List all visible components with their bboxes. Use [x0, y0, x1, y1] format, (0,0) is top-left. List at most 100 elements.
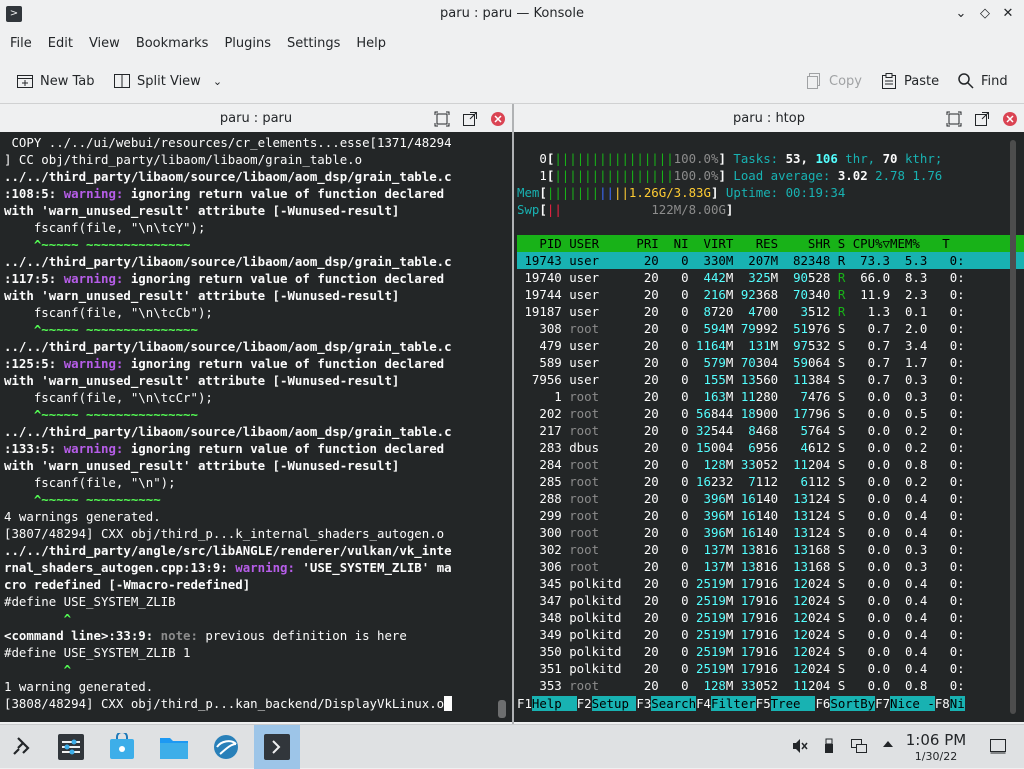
- process-row[interactable]: 7956 user 20 0 155M 13560 11384 S 0.7 0.…: [517, 371, 1024, 388]
- minimize-icon[interactable]: ⌄: [952, 5, 970, 23]
- split-view-button[interactable]: Split View ⌄: [113, 68, 222, 94]
- show-desktop-icon[interactable]: [988, 737, 1008, 757]
- paste-icon: [882, 73, 896, 89]
- clock-time[interactable]: 1:06 PM: [898, 731, 974, 749]
- fkey-f2[interactable]: F2Setup: [577, 696, 637, 711]
- process-row[interactable]: 19743 user 20 0 330M 207M 82348 R 73.3 5…: [517, 252, 1024, 269]
- terminal-line: fscanf(file, "\n\tcY");: [4, 220, 206, 235]
- menu-bookmarks[interactable]: Bookmarks: [128, 30, 217, 58]
- terminal-line: with 'warn_unused_result' attribute [-Wu…: [4, 458, 400, 473]
- process-row[interactable]: 299 root 20 0 396M 16140 13124 S 0.0 0.4…: [517, 507, 1024, 524]
- process-row[interactable]: 479 user 20 0 1164M 131M 97532 S 0.7 3.4…: [517, 337, 1024, 354]
- close-pane-icon[interactable]: [1002, 111, 1018, 127]
- konsole-icon[interactable]: [254, 725, 300, 769]
- process-row[interactable]: 353 root 20 0 128M 33052 11204 S 0.0 0.8…: [517, 677, 1024, 694]
- process-row[interactable]: 284 root 20 0 128M 33052 11204 S 0.0 0.8…: [517, 456, 1024, 473]
- cpu0-meter: 0[||||||||||||||||100.0%] Tasks: 53, 106…: [517, 151, 943, 166]
- maximize-pane-icon[interactable]: [946, 111, 962, 127]
- fkey-f1[interactable]: F1Help: [517, 696, 577, 711]
- terminal-line: ^~~~~~ ~~~~~~~~~~~~~~~: [4, 322, 198, 337]
- file-manager-icon[interactable]: [151, 725, 197, 769]
- left-scrollbar-handle[interactable]: [498, 700, 506, 718]
- new-tab-label: New Tab: [40, 73, 95, 89]
- process-row[interactable]: 217 root 20 0 32544 8468 5764 S 0.0 0.2 …: [517, 422, 1024, 439]
- menu-help[interactable]: Help: [348, 30, 394, 58]
- application-launcher-icon[interactable]: [0, 725, 46, 769]
- process-row[interactable]: 348 polkitd 20 0 2519M 17916 12024 S 0.0…: [517, 609, 1024, 626]
- process-row[interactable]: 350 polkitd 20 0 2519M 17916 12024 S 0.0…: [517, 643, 1024, 660]
- right-scrollbar[interactable]: [1010, 140, 1016, 714]
- htop-terminal[interactable]: 0[||||||||||||||||100.0%] Tasks: 53, 106…: [514, 132, 1024, 722]
- process-row[interactable]: 19744 user 20 0 216M 92368 70340 R 11.9 …: [517, 286, 1024, 303]
- fkey-f6[interactable]: F6SortBy: [815, 696, 876, 711]
- menu-view[interactable]: View: [81, 30, 128, 58]
- process-row[interactable]: 349 polkitd 20 0 2519M 17916 12024 S 0.0…: [517, 626, 1024, 643]
- terminal-line: ^: [4, 611, 72, 626]
- system-settings-icon[interactable]: [48, 725, 94, 769]
- process-row[interactable]: 285 root 20 0 16232 7112 6112 S 0.0 0.2 …: [517, 473, 1024, 490]
- usb-icon[interactable]: [819, 737, 839, 757]
- fkey-f5[interactable]: F5Tree: [756, 696, 816, 711]
- menu-edit[interactable]: Edit: [40, 30, 81, 58]
- find-button[interactable]: Find: [957, 68, 1008, 94]
- tray-expand-icon[interactable]: [878, 737, 898, 757]
- process-row[interactable]: 300 root 20 0 396M 16140 13124 S 0.0 0.4…: [517, 524, 1024, 541]
- process-row[interactable]: 302 root 20 0 137M 13816 13168 S 0.0 0.3…: [517, 541, 1024, 558]
- menu-plugins[interactable]: Plugins: [216, 30, 279, 58]
- process-row[interactable]: 345 polkitd 20 0 2519M 17916 12024 S 0.0…: [517, 575, 1024, 592]
- terminal-line: ] CC obj/third_party/libaom/libaom/grain…: [4, 152, 363, 167]
- function-key-bar: F1Help F2Setup F3SearchF4FilterF5Tree F6…: [517, 695, 965, 712]
- clock-date[interactable]: 1/30/22: [898, 750, 974, 763]
- process-row[interactable]: 347 polkitd 20 0 2519M 17916 12024 S 0.0…: [517, 592, 1024, 609]
- discover-store-icon[interactable]: [99, 725, 145, 769]
- terminal-line: with 'warn_unused_result' attribute [-Wu…: [4, 288, 400, 303]
- detach-pane-icon[interactable]: [462, 111, 478, 127]
- terminal-line: #define USE_SYSTEM_ZLIB: [4, 594, 176, 609]
- process-row[interactable]: 19740 user 20 0 442M 325M 90528 R 66.0 8…: [517, 269, 1024, 286]
- terminal-line: ../../third_party/angle/src/libANGLE/ren…: [4, 543, 452, 558]
- detach-pane-icon[interactable]: [974, 111, 990, 127]
- menu-settings[interactable]: Settings: [279, 30, 348, 58]
- find-label: Find: [981, 73, 1008, 89]
- browser-icon[interactable]: [203, 725, 249, 769]
- fkey-f4[interactable]: F4Filter: [696, 696, 756, 711]
- close-pane-icon[interactable]: [490, 111, 506, 127]
- terminal-line: :133:5: warning: ignoring return value o…: [4, 441, 445, 456]
- terminal-line: fscanf(file, "\n");: [4, 475, 176, 490]
- process-row[interactable]: 306 root 20 0 137M 13816 13168 S 0.0 0.3…: [517, 558, 1024, 575]
- maximize-icon[interactable]: ◇: [976, 5, 994, 23]
- process-row[interactable]: 308 root 20 0 594M 79992 51976 S 0.7 2.0…: [517, 320, 1024, 337]
- paste-button[interactable]: Paste: [880, 68, 939, 94]
- terminal-line: ^~~~~~ ~~~~~~~~~~~~~~~: [4, 407, 198, 422]
- process-row[interactable]: 1 root 20 0 163M 11280 7476 S 0.0 0.3 0:: [517, 388, 1024, 405]
- new-tab-button[interactable]: New Tab: [16, 68, 95, 94]
- paste-label: Paste: [904, 73, 940, 89]
- left-pane-header: paru : paru: [0, 106, 512, 132]
- fkey-f7[interactable]: F7Nice -: [875, 696, 935, 711]
- terminal-line: ../../third_party/libaom/source/libaom/a…: [4, 339, 452, 354]
- close-icon[interactable]: ✕: [999, 5, 1017, 23]
- fkey-f3[interactable]: F3Search: [636, 696, 697, 711]
- copy-button[interactable]: Copy: [805, 68, 862, 94]
- maximize-pane-icon[interactable]: [434, 111, 450, 127]
- process-row[interactable]: 288 root 20 0 396M 16140 13124 S 0.0 0.4…: [517, 490, 1024, 507]
- terminal-line: fscanf(file, "\n\tcCb");: [4, 305, 213, 320]
- menu-file[interactable]: File: [2, 30, 40, 58]
- process-row[interactable]: 351 polkitd 20 0 2519M 17916 12024 S 0.0…: [517, 660, 1024, 677]
- process-row[interactable]: 283 dbus 20 0 15004 6956 4612 S 0.0 0.2 …: [517, 439, 1024, 456]
- process-row[interactable]: 202 root 20 0 56844 18900 17796 S 0.0 0.…: [517, 405, 1024, 422]
- terminal-line: ^~~~~~ ~~~~~~~~~~: [4, 492, 161, 507]
- chevron-down-icon[interactable]: ⌄: [213, 75, 222, 88]
- network-icon[interactable]: [849, 737, 869, 757]
- process-row[interactable]: 19187 user 20 0 8720 4700 3512 R 1.3 0.1…: [517, 303, 1024, 320]
- terminal-line: ^: [4, 662, 72, 677]
- fkey-f8[interactable]: F8Ni: [935, 696, 965, 711]
- terminal-line: :117:5: warning: ignoring return value o…: [4, 271, 445, 286]
- terminal-line: ../../third_party/libaom/source/libaom/a…: [4, 169, 452, 184]
- volume-muted-icon[interactable]: [790, 737, 810, 757]
- process-row[interactable]: 589 user 20 0 579M 70304 59064 S 0.7 1.7…: [517, 354, 1024, 371]
- terminal-line: <command line>:33:9: note: previous defi…: [4, 628, 407, 643]
- split-view-label: Split View: [137, 73, 201, 89]
- left-terminal[interactable]: COPY ../../ui/webui/resources/cr_element…: [0, 132, 512, 722]
